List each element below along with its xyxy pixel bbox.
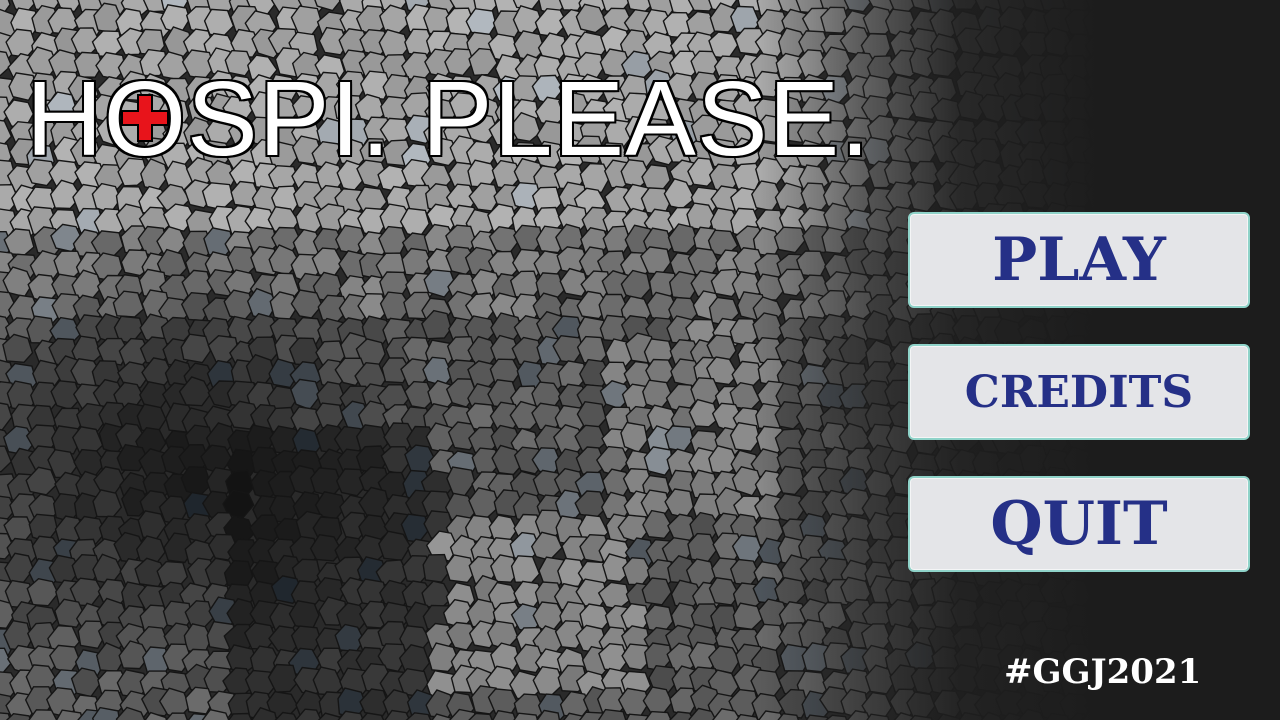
ggj-hashtag: #GGJ2021 [1004,652,1202,692]
credits-button[interactable]: CREDITS [908,344,1250,440]
play-button-label: PLAY [992,225,1166,295]
title-o-with-cross: O [103,60,188,178]
game-title: H O SPI. PLEASE. [26,64,871,174]
play-button[interactable]: PLAY [908,212,1250,308]
credits-button-label: CREDITS [964,366,1194,418]
title-part-2: SPI. PLEASE. [187,60,871,178]
title-part-1: H [26,60,104,178]
quit-button-label: QUIT [990,489,1168,559]
quit-button[interactable]: QUIT [908,476,1250,572]
